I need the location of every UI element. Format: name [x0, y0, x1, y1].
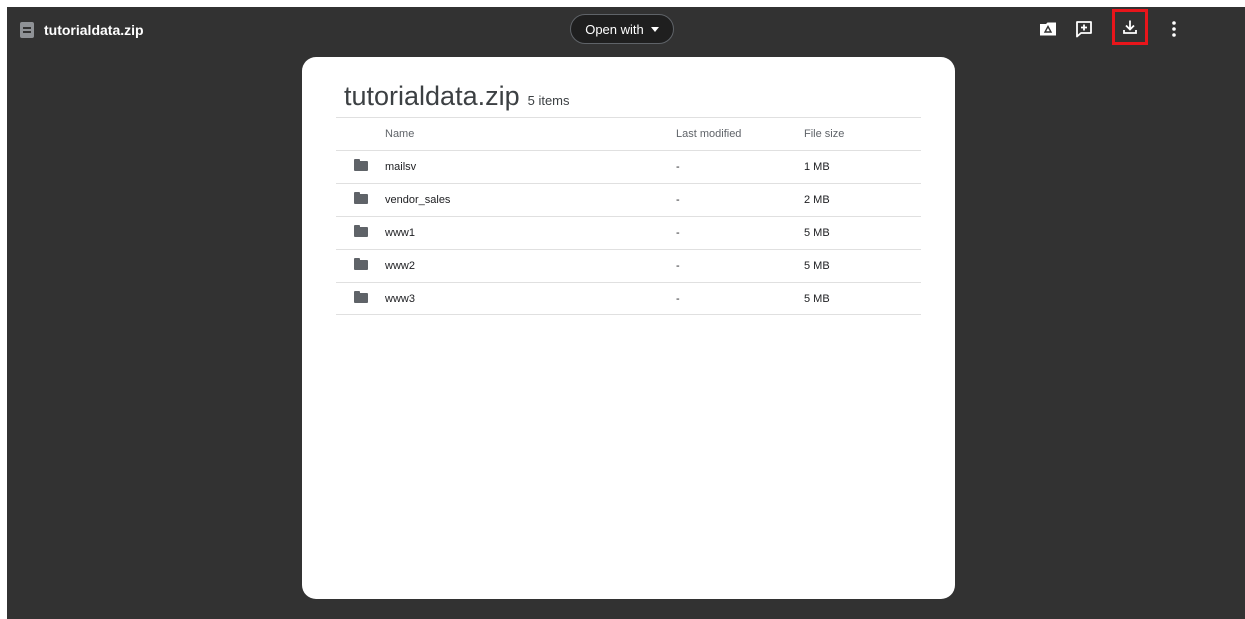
add-to-drive-icon: [1040, 22, 1056, 36]
open-with-label: Open with: [585, 21, 644, 37]
download-button[interactable]: [1112, 9, 1148, 45]
file-viewer: tutorialdata.zip Open with tutorialdata.…: [7, 7, 1245, 619]
table-row[interactable]: vendor_sales - 2 MB: [336, 183, 921, 216]
column-header-file-size[interactable]: File size: [804, 128, 844, 140]
file-size: 1 MB: [804, 161, 830, 173]
folder-icon: [354, 225, 368, 237]
table-row[interactable]: www1 - 5 MB: [336, 216, 921, 249]
add-comment-button[interactable]: [1070, 15, 1098, 43]
table-row[interactable]: mailsv - 1 MB: [336, 150, 921, 183]
file-size: 2 MB: [804, 194, 830, 206]
column-header-name[interactable]: Name: [385, 128, 414, 140]
open-with-button[interactable]: Open with: [570, 14, 674, 44]
file-title: tutorialdata.zip: [20, 22, 144, 38]
folder-name: www2: [385, 260, 415, 272]
caret-down-icon: [650, 26, 659, 32]
download-icon: [1123, 20, 1137, 34]
last-modified: -: [676, 194, 680, 206]
folder-name: www3: [385, 293, 415, 305]
archive-title: tutorialdata.zip: [344, 81, 520, 111]
column-header-last-modified[interactable]: Last modified: [676, 128, 741, 140]
viewer-toolbar: tutorialdata.zip Open with: [7, 7, 1245, 55]
document-icon: [20, 22, 34, 38]
file-size: 5 MB: [804, 227, 830, 239]
file-name: tutorialdata.zip: [44, 22, 144, 38]
add-comment-icon: [1076, 21, 1092, 38]
folder-icon: [354, 291, 368, 303]
item-count: 5 items: [527, 93, 570, 108]
add-to-drive-button[interactable]: [1034, 15, 1062, 43]
table-row[interactable]: www3 - 5 MB: [336, 282, 921, 315]
folder-icon: [354, 159, 368, 171]
last-modified: -: [676, 227, 680, 239]
archive-header: tutorialdata.zip 5 items: [344, 81, 570, 112]
folder-name: www1: [385, 227, 415, 239]
file-size: 5 MB: [804, 293, 830, 305]
more-vert-icon: [1172, 21, 1176, 37]
file-table: Name Last modified File size mailsv - 1 …: [336, 117, 921, 315]
archive-contents-card: tutorialdata.zip 5 items Name Last modif…: [302, 57, 955, 599]
file-size: 5 MB: [804, 260, 830, 272]
table-row[interactable]: www2 - 5 MB: [336, 249, 921, 282]
folder-name: vendor_sales: [385, 194, 451, 206]
folder-icon: [354, 192, 368, 204]
last-modified: -: [676, 260, 680, 272]
folder-icon: [354, 258, 368, 270]
more-options-button[interactable]: [1160, 15, 1188, 43]
folder-name: mailsv: [385, 161, 417, 173]
table-header-row: Name Last modified File size: [336, 117, 921, 150]
last-modified: -: [676, 161, 680, 173]
last-modified: -: [676, 293, 680, 305]
